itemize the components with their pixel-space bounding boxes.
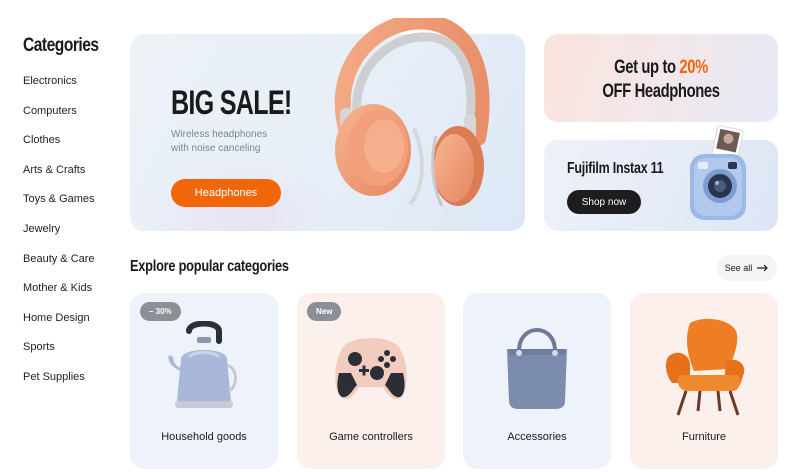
category-card-label: Game controllers [329, 431, 413, 443]
category-card-label: Furniture [681, 431, 727, 443]
category-item-pet-supplies[interactable]: Pet Supplies [23, 366, 95, 396]
see-all-label: See all [724, 263, 753, 273]
hero-title: BIG SALE! [171, 84, 292, 122]
discount-badge: – 30% [140, 302, 181, 321]
instax-camera-image [690, 125, 746, 220]
category-item-jewelry[interactable]: Jewelry [23, 218, 95, 248]
new-badge: New [307, 302, 342, 321]
category-card-household-goods[interactable]: – 30% Household goods [130, 293, 278, 469]
category-item-computers[interactable]: Computers [23, 100, 95, 130]
category-card-game-controllers[interactable]: New Game controllers [297, 293, 445, 469]
see-all-button[interactable]: See all [717, 255, 777, 281]
shop-now-button[interactable]: Shop now [567, 190, 641, 214]
hero-subtitle: Wireless headphones with noise canceling [171, 128, 281, 156]
promo-line2: OFF Headphones [602, 81, 720, 102]
hero-subtitle-line1: Wireless headphones [171, 129, 268, 140]
promo-line1: Get up to 20% [570, 56, 753, 80]
explore-title: Explore popular categories [130, 258, 289, 275]
category-item-electronics[interactable]: Electronics [23, 70, 95, 100]
category-card-furniture[interactable]: Furniture [630, 293, 778, 469]
promo-instax[interactable]: Fujifilm Instax 11 Shop now [544, 125, 778, 231]
promo-headphones-text: Get up to 20% OFF Headphones [544, 56, 778, 104]
category-item-arts-crafts[interactable]: Arts & Crafts [23, 159, 95, 189]
tote-bag-image [507, 328, 567, 409]
promo-instax-title: Fujifilm Instax 11 [567, 160, 664, 177]
category-card-accessories[interactable]: Accessories [463, 293, 611, 469]
category-item-beauty-care[interactable]: Beauty & Care [23, 248, 95, 278]
category-card-label: Accessories [507, 431, 567, 443]
category-card-label: Household goods [161, 431, 247, 443]
promo-headphones-discount[interactable]: Get up to 20% OFF Headphones [544, 34, 778, 122]
promo-discount-value: 20% [679, 57, 708, 78]
hero-subtitle-line2: with noise canceling [171, 143, 261, 154]
headphones-button[interactable]: Headphones [171, 179, 281, 207]
category-item-clothes[interactable]: Clothes [23, 129, 95, 159]
armchair-image [665, 318, 745, 416]
promo-line1-prefix: Get up to [614, 57, 680, 78]
category-item-toys-games[interactable]: Toys & Games [23, 188, 95, 218]
category-item-mother-kids[interactable]: Mother & Kids [23, 277, 95, 307]
headphones-image [334, 18, 490, 207]
categories-title: Categories [23, 35, 99, 56]
kettle-image [168, 321, 237, 408]
categories-list: Electronics Computers Clothes Arts & Cra… [23, 70, 95, 396]
game-controller-image [335, 338, 407, 400]
category-item-home-design[interactable]: Home Design [23, 307, 95, 337]
category-item-sports[interactable]: Sports [23, 336, 95, 366]
arrow-right-icon [757, 264, 769, 272]
